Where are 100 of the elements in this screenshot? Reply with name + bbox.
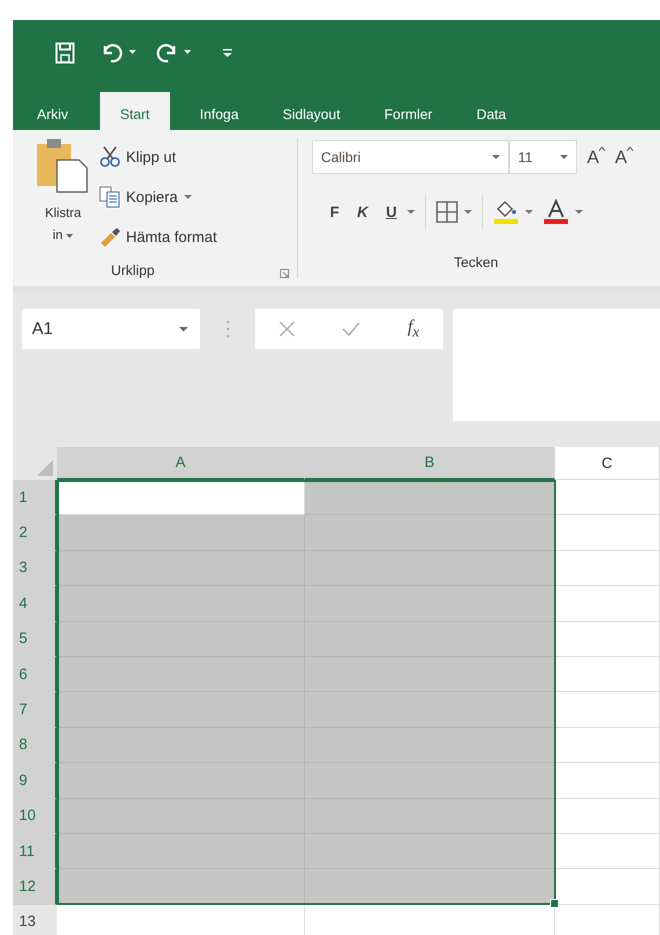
table-cell[interactable] (305, 480, 555, 516)
table-cell[interactable] (555, 728, 660, 764)
caret-icon (492, 154, 500, 160)
clipboard-icon (35, 136, 91, 194)
table-cell[interactable] (57, 869, 305, 905)
cancel-icon[interactable] (278, 321, 295, 337)
italic-button[interactable]: K (353, 204, 372, 220)
table-cell[interactable] (57, 515, 305, 551)
group-label: Tecken (454, 254, 498, 270)
table-cell[interactable] (57, 480, 305, 516)
table-cell[interactable] (555, 692, 660, 728)
table-cell[interactable] (305, 692, 555, 728)
row-header[interactable]: 1 (13, 480, 57, 516)
select-all-corner[interactable] (13, 447, 57, 480)
format-painter-button[interactable]: Hämta format (99, 222, 217, 252)
copy-button[interactable]: Kopiera (99, 182, 178, 212)
underline-button[interactable]: U (382, 204, 401, 220)
table-cell[interactable] (57, 622, 305, 657)
font-color-icon[interactable] (542, 199, 569, 225)
copy-icon (99, 186, 121, 208)
row-header[interactable]: 8 (13, 728, 57, 764)
row-header[interactable]: 6 (13, 656, 57, 692)
caret-icon[interactable] (184, 50, 191, 55)
ribbon-tab[interactable]: Start (100, 92, 170, 130)
row-header[interactable]: 2 (13, 515, 57, 551)
table-cell[interactable] (305, 728, 555, 764)
table-cell[interactable] (555, 763, 660, 799)
row-header[interactable]: 4 (13, 586, 57, 622)
row-header[interactable]: 5 (13, 622, 57, 657)
table-cell[interactable] (305, 550, 555, 586)
table-cell[interactable] (57, 834, 305, 870)
row-header[interactable]: 11 (13, 834, 57, 870)
row-header[interactable]: 10 (13, 798, 57, 834)
undo-icon[interactable] (101, 42, 123, 64)
table-cell[interactable] (305, 798, 555, 834)
scissors-icon (99, 146, 121, 168)
ribbon-tab[interactable]: Sidlayout (270, 85, 352, 130)
fill-color-icon[interactable] (492, 199, 519, 225)
table-cell[interactable] (57, 586, 305, 622)
table-cell[interactable] (555, 515, 660, 551)
fill-handle[interactable] (550, 898, 559, 908)
row-header[interactable]: 13 (13, 904, 57, 935)
row-header[interactable]: 9 (13, 763, 57, 799)
table-cell[interactable] (555, 656, 660, 692)
up-caret-icon (627, 146, 634, 152)
caret-icon (66, 234, 74, 239)
name-box[interactable]: A1 (22, 309, 200, 349)
dialog-launcher-icon[interactable] (280, 268, 289, 278)
insert-function-button[interactable]: f$_{x}$ (408, 316, 420, 342)
table-cell[interactable] (57, 728, 305, 764)
row-header[interactable]: 7 (13, 692, 57, 728)
table-cell[interactable] (305, 834, 555, 870)
caret-icon[interactable] (524, 210, 533, 214)
table-cell[interactable] (555, 586, 660, 622)
font-size-dropdown[interactable]: 11 (509, 140, 577, 174)
table-cell[interactable] (57, 763, 305, 799)
font-name-dropdown[interactable]: Calibri (312, 140, 509, 174)
check-icon[interactable] (342, 322, 360, 336)
triangle-icon (37, 460, 53, 476)
bold-button[interactable]: F (326, 204, 344, 220)
table-cell[interactable] (57, 656, 305, 692)
caret-icon[interactable] (129, 50, 136, 55)
table-cell[interactable] (57, 798, 305, 834)
save-icon[interactable] (55, 42, 75, 64)
borders-icon[interactable] (436, 201, 458, 223)
caret-icon[interactable] (574, 210, 583, 214)
caret-icon[interactable] (184, 194, 192, 200)
table-cell[interactable] (305, 622, 555, 657)
table-cell[interactable] (305, 656, 555, 692)
group-label: Urklipp (111, 262, 155, 278)
shrink-font-button[interactable]: A (605, 146, 634, 168)
grow-font-button[interactable]: A (577, 146, 606, 168)
ribbon-tab[interactable]: Arkiv (25, 85, 80, 130)
formula-input[interactable] (453, 309, 660, 421)
ribbon-tab[interactable]: Infoga (188, 85, 251, 130)
table-cell[interactable] (555, 798, 660, 834)
customize-icon[interactable] (223, 48, 232, 58)
table-cell[interactable] (555, 480, 660, 516)
column-header[interactable]: C (555, 447, 660, 480)
grip-icon (226, 320, 230, 338)
table-cell[interactable] (57, 692, 305, 728)
column-header[interactable]: B (305, 447, 555, 480)
cut-button[interactable]: Klipp ut (99, 142, 217, 172)
ribbon-tab[interactable]: Data (464, 85, 518, 130)
table-cell[interactable] (57, 550, 305, 586)
table-cell[interactable] (305, 515, 555, 551)
table-cell[interactable] (305, 586, 555, 622)
table-cell[interactable] (305, 763, 555, 799)
row-header[interactable]: 12 (13, 869, 57, 905)
table-cell[interactable] (555, 622, 660, 657)
table-cell[interactable] (305, 869, 555, 905)
row-header[interactable]: 3 (13, 550, 57, 586)
table-cell[interactable] (555, 834, 660, 870)
table-cell[interactable] (555, 550, 660, 586)
caret-icon[interactable] (406, 210, 415, 214)
redo-icon[interactable] (156, 42, 178, 64)
caret-icon[interactable] (464, 210, 472, 214)
column-header[interactable]: A (57, 447, 305, 480)
paste-button[interactable]: Klistra in (35, 136, 91, 262)
ribbon-tab[interactable]: Formler (372, 85, 444, 130)
